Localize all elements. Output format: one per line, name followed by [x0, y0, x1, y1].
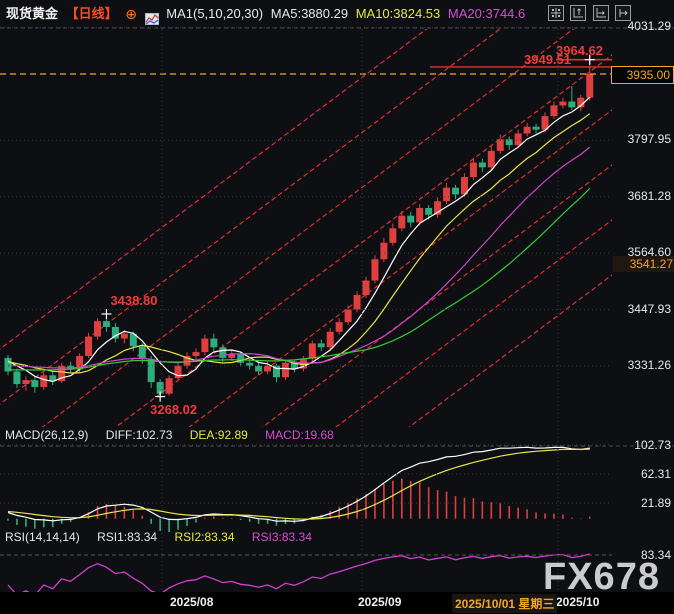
- price-annotation: 3438.80: [110, 293, 157, 308]
- macd-title: MACD(26,12,9): [5, 428, 88, 442]
- price-annotation: 3268.02: [150, 402, 197, 417]
- rsi3-value: RSI3:83.34: [252, 530, 312, 544]
- rsi2-value: RSI2:83.34: [174, 530, 234, 544]
- move-icon[interactable]: [548, 5, 564, 21]
- ma5-value: MA5:3880.29: [271, 6, 348, 21]
- macd-axis-label: 62.31: [601, 467, 671, 481]
- ma10-value: MA10:3824.53: [356, 6, 441, 21]
- chart-canvas[interactable]: [0, 0, 674, 614]
- price-annotation: 3964.62: [556, 43, 603, 58]
- ma20-value: MA20:3744.6: [448, 6, 525, 21]
- price-axis-label: 4031.29: [601, 19, 671, 33]
- current-price-box: 3935.00: [611, 66, 674, 84]
- price-axis-label: 3331.26: [601, 358, 671, 372]
- period-label[interactable]: 【日线】: [66, 6, 118, 21]
- symbol-name: 现货黄金: [6, 6, 58, 21]
- macd-diff-value: DIFF:102.73: [106, 428, 173, 442]
- macd-dea-value: DEA:92.89: [190, 428, 248, 442]
- price-axis-label: 3447.93: [601, 302, 671, 316]
- rsi-indicator-row[interactable]: RSI(14,14,14) RSI1:83.34 RSI2:83.34 RSI3…: [5, 530, 326, 544]
- date-axis-label: 2025/09: [358, 595, 401, 609]
- price-axis-label: 3797.95: [601, 132, 671, 146]
- trading-chart-app: 现货黄金 【日线】 ⊕ MA1(5,10,20,30) MA5:3880.29 …: [0, 0, 674, 614]
- chart-type-icon[interactable]: [145, 8, 159, 20]
- axis-zoom-in-icon[interactable]: [570, 5, 586, 21]
- date-axis-highlight: 2025/10/01 星期三: [452, 594, 557, 613]
- circle-plus-icon[interactable]: ⊕: [125, 6, 137, 22]
- macd-axis-label: 21.89: [601, 496, 671, 510]
- rsi-title: RSI(14,14,14): [5, 530, 80, 544]
- ma-settings-label[interactable]: MA1(5,10,20,30): [166, 6, 263, 21]
- macd-axis-label: 102.73: [601, 438, 671, 452]
- marked-price-box: 3541.27: [613, 256, 674, 272]
- macd-indicator-row[interactable]: MACD(26,12,9) DIFF:102.73 DEA:92.89 MACD…: [5, 428, 348, 442]
- date-axis-label: 2025/08: [170, 595, 213, 609]
- watermark: FX678: [543, 556, 660, 599]
- macd-macd-value: MACD:19.68: [265, 428, 334, 442]
- price-axis-label: 3681.28: [601, 189, 671, 203]
- rsi1-value: RSI1:83.34: [97, 530, 157, 544]
